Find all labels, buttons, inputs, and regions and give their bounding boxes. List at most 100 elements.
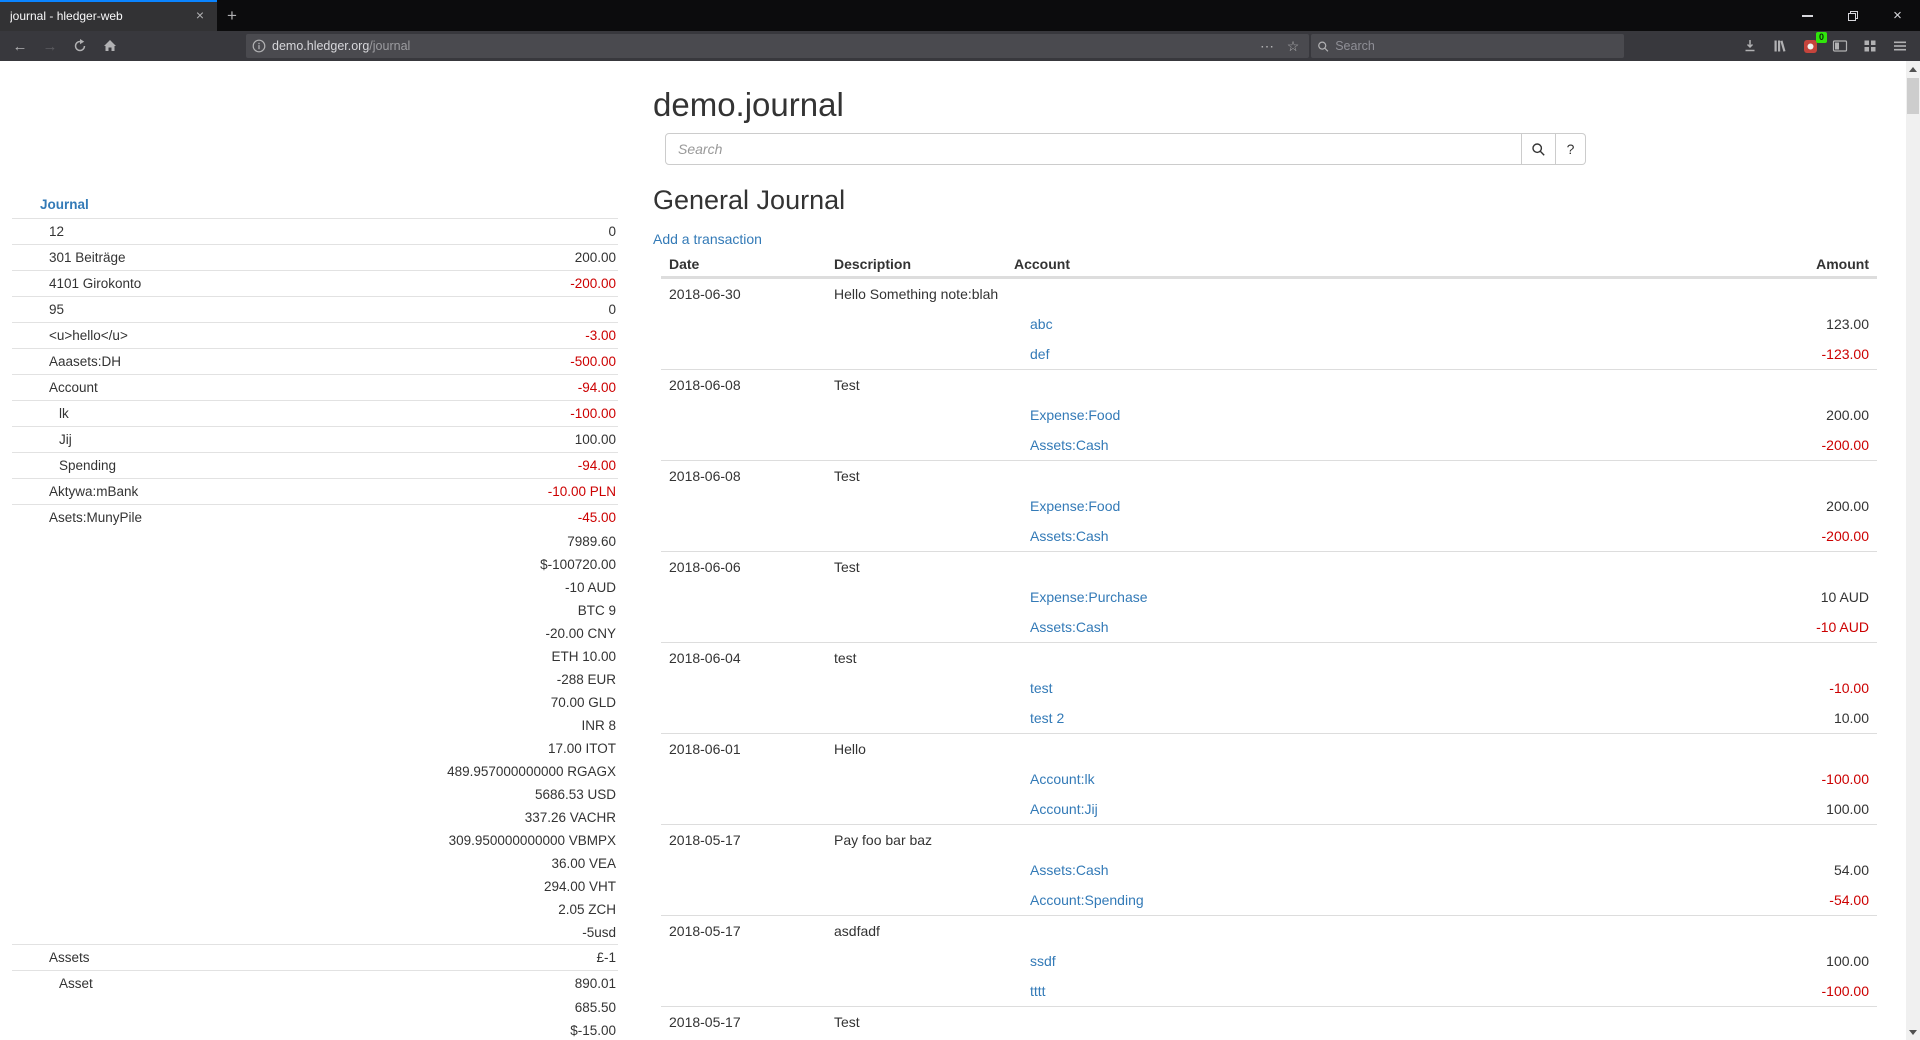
posting-account-link[interactable]: Account:lk xyxy=(1014,771,1095,787)
posting-account-link[interactable]: Account:Jij xyxy=(1014,801,1098,817)
journal-link[interactable]: Journal xyxy=(40,197,89,212)
reload-button[interactable] xyxy=(66,33,94,59)
posting-row: tttt-100.00 xyxy=(661,976,1877,1006)
sidebar-toggle-button[interactable] xyxy=(1826,33,1854,59)
tab-close-icon[interactable]: × xyxy=(191,7,209,25)
account-balance: 7989.60 xyxy=(567,530,618,553)
account-name[interactable]: lk xyxy=(12,401,69,426)
posting-account-link[interactable]: Assets:Cash xyxy=(1014,437,1109,453)
page-title: demo.journal xyxy=(653,85,1877,125)
scroll-down-button[interactable] xyxy=(1906,1024,1920,1040)
transaction-title-row: 2018-05-17Test xyxy=(661,1007,1877,1037)
page-scrollbar[interactable] xyxy=(1906,61,1920,1040)
page-actions-icon[interactable]: ⋯ xyxy=(1257,38,1277,55)
journal-search-input[interactable] xyxy=(665,133,1522,165)
posting-account-link[interactable]: def xyxy=(1014,346,1049,362)
account-name[interactable]: <u>hello</u> xyxy=(12,323,128,348)
browser-search-bar[interactable] xyxy=(1311,34,1624,58)
posting-amount: 123.00 xyxy=(1717,316,1877,332)
home-icon xyxy=(102,38,118,54)
account-name[interactable]: Spending xyxy=(12,453,116,478)
posting-amount: 200.00 xyxy=(1717,407,1877,423)
url-domain: demo.hledger.org xyxy=(272,39,369,53)
new-tab-button[interactable]: + xyxy=(217,0,247,31)
menu-button[interactable] xyxy=(1886,33,1914,59)
transaction-description: Test xyxy=(826,377,1006,393)
posting-account-cell: Expense:Food xyxy=(1006,498,1717,514)
library-button[interactable] xyxy=(1766,33,1794,59)
downloads-button[interactable] xyxy=(1736,33,1764,59)
account-balance: 489.957000000000 RGAGX xyxy=(447,760,618,783)
account-name[interactable]: Account xyxy=(12,375,98,400)
scrollbar-thumb[interactable] xyxy=(1907,78,1919,114)
account-name[interactable]: Asset xyxy=(12,971,93,996)
posting-amount: 54.00 xyxy=(1717,862,1877,878)
account-name[interactable]: 301 Beiträge xyxy=(12,245,126,270)
site-info-icon[interactable] xyxy=(252,39,266,53)
account-name[interactable]: Asets:MunyPile xyxy=(12,505,142,530)
account-balance: 17.00 ITOT xyxy=(548,737,618,760)
scroll-up-button[interactable] xyxy=(1906,61,1920,77)
window-controls: × xyxy=(1785,0,1920,31)
posting-account-link[interactable]: Expense:Food xyxy=(1014,407,1120,423)
account-name[interactable]: Jij xyxy=(12,427,72,452)
journal-search-button[interactable] xyxy=(1522,133,1556,165)
account-balance: $-15.00 xyxy=(570,1019,618,1040)
sidebar-balance-line: 36.00 VEA xyxy=(12,852,618,875)
home-button[interactable] xyxy=(96,33,124,59)
posting-account-cell: test xyxy=(1006,680,1717,696)
transaction-date: 2018-05-17 xyxy=(661,1014,826,1030)
posting-account-link[interactable]: Assets:Cash xyxy=(1014,619,1109,635)
extension-button[interactable]: 0 xyxy=(1796,33,1824,59)
browser-search-input[interactable] xyxy=(1335,39,1618,53)
back-button[interactable]: ← xyxy=(6,33,34,59)
sidebar-balance-line: 309.950000000000 VBMPX xyxy=(12,829,618,852)
account-name[interactable]: Assets xyxy=(12,945,90,970)
posting-account-link[interactable]: ssdf xyxy=(1014,953,1056,969)
posting-account-link[interactable]: Assets:Cash xyxy=(1014,862,1109,878)
minimize-button[interactable] xyxy=(1785,0,1830,31)
posting-account-link[interactable]: Expense:Food xyxy=(1014,498,1120,514)
add-transaction-link[interactable]: Add a transaction xyxy=(653,231,762,247)
navigation-bar: ← → demo.hledger.org/journal ⋯ ☆ xyxy=(0,31,1920,61)
posting-account-link[interactable]: Assets:Cash xyxy=(1014,528,1109,544)
transaction-title-row: 2018-06-08Test xyxy=(661,370,1877,400)
table-header-row: Date Description Account Amount xyxy=(661,251,1877,278)
posting-account-link[interactable]: abc xyxy=(1014,316,1053,332)
account-name[interactable]: 95 xyxy=(12,297,64,322)
url-text[interactable]: demo.hledger.org/journal xyxy=(272,39,1251,53)
transaction-date: 2018-06-30 xyxy=(661,286,826,302)
bookmark-star-icon[interactable]: ☆ xyxy=(1283,38,1303,55)
containers-button[interactable] xyxy=(1856,33,1884,59)
window-close-button[interactable]: × xyxy=(1875,0,1920,31)
posting-account-link[interactable]: tttt xyxy=(1014,983,1046,999)
posting-row: abc 123.00 xyxy=(661,309,1877,339)
sidebar-balance-line: 7989.60 xyxy=(12,530,618,553)
account-name xyxy=(12,645,49,668)
search-help-button[interactable]: ? xyxy=(1556,133,1586,165)
transaction: 2018-06-08TestExpense:Food200.00Assets:C… xyxy=(661,460,1877,551)
posting-row: Assets:Cash 54.00 xyxy=(661,855,1877,885)
restore-button[interactable] xyxy=(1830,0,1875,31)
posting-account-cell: def xyxy=(1006,346,1717,362)
account-name[interactable]: 12 xyxy=(12,219,64,244)
forward-button[interactable]: → xyxy=(36,33,64,59)
account-name[interactable]: Aaasets:DH xyxy=(12,349,121,374)
posting-account-link[interactable]: test xyxy=(1014,680,1053,696)
account-name xyxy=(12,553,49,576)
posting-account-link[interactable]: Account:Spending xyxy=(1014,892,1144,908)
posting-account-link[interactable]: Expense:Purchase xyxy=(1014,589,1148,605)
sidebar-balance-line: $-15.00 xyxy=(12,1019,618,1040)
posting-account-link[interactable]: test 2 xyxy=(1014,710,1064,726)
posting-row: Account:Jij100.00 xyxy=(661,794,1877,824)
account-balance: -45.00 xyxy=(578,505,618,530)
url-bar[interactable]: demo.hledger.org/journal ⋯ ☆ xyxy=(246,34,1309,58)
journal-search-group: ? xyxy=(665,133,1877,165)
account-balance: 294.00 VHT xyxy=(544,875,618,898)
posting-row: ssdf100.00 xyxy=(661,946,1877,976)
posting-account-cell: Account:Spending xyxy=(1006,892,1717,908)
account-name[interactable]: Aktywa:mBank xyxy=(12,479,138,504)
account-name[interactable]: 4101 Girokonto xyxy=(12,271,141,296)
browser-tab[interactable]: journal - hledger-web × xyxy=(0,0,217,31)
account-name xyxy=(12,852,49,875)
